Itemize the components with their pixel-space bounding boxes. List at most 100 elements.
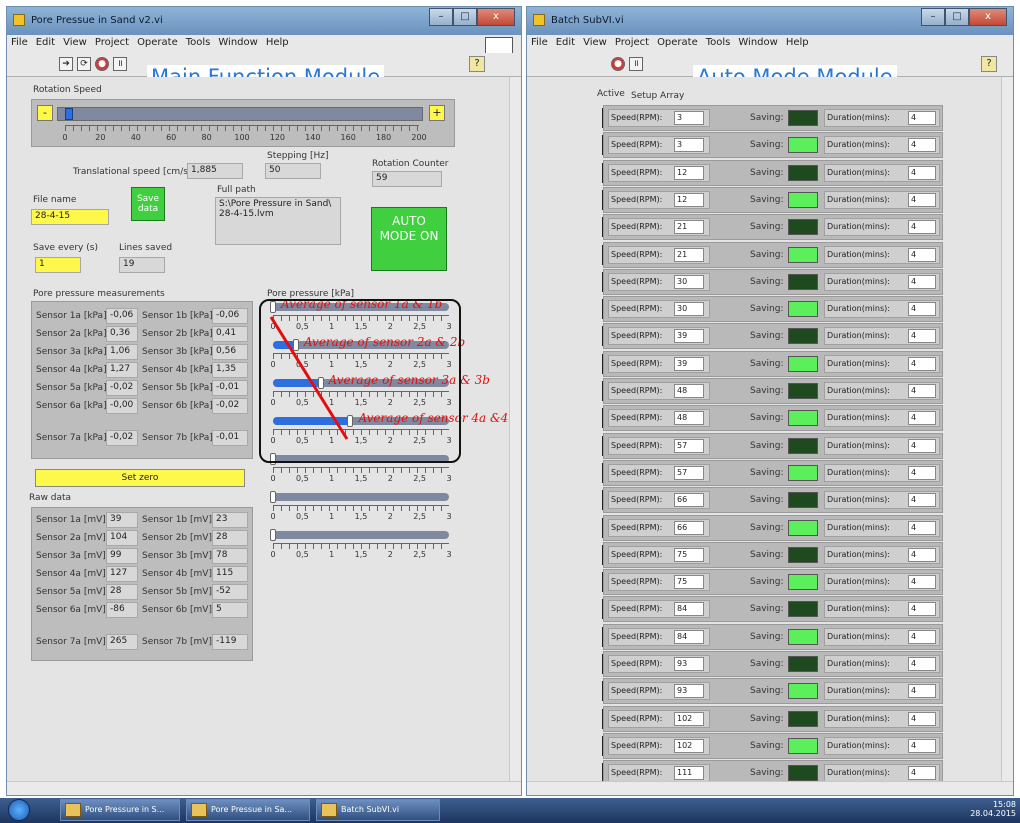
speed-input[interactable]: 66 [674, 493, 704, 508]
rotation-speed-thumb[interactable] [65, 108, 74, 120]
saving-toggle[interactable] [788, 492, 818, 509]
duration-input[interactable]: 4 [908, 711, 936, 726]
menu-edit[interactable]: Edit [552, 35, 579, 50]
taskbar-item-batch-vi[interactable]: Batch SubVI.vi [316, 799, 440, 821]
rotation-minus-button[interactable]: - [37, 105, 53, 121]
speed-input[interactable]: 48 [674, 384, 704, 398]
speed-input[interactable]: 102 [674, 738, 704, 753]
auto-mode-button[interactable]: AUTO MODE ON [371, 207, 447, 271]
saving-toggle[interactable] [788, 737, 818, 754]
menu-operate[interactable]: Operate [653, 35, 702, 50]
menu-view[interactable]: View [579, 35, 611, 50]
saving-toggle[interactable] [788, 710, 818, 727]
speed-input[interactable]: 21 [674, 247, 704, 262]
saving-toggle[interactable] [788, 546, 818, 563]
speed-input[interactable]: 57 [674, 438, 704, 453]
duration-input[interactable]: 4 [908, 247, 936, 262]
menu-project[interactable]: Project [91, 35, 133, 50]
save-every-input[interactable]: 1 [35, 257, 81, 273]
menu-window[interactable]: Window [214, 35, 261, 50]
menu-operate[interactable]: Operate [133, 35, 182, 50]
saving-toggle[interactable] [788, 110, 818, 126]
speed-input[interactable]: 3 [674, 111, 704, 125]
saving-toggle[interactable] [788, 219, 818, 236]
set-zero-button[interactable]: Set zero [35, 469, 245, 487]
saving-toggle[interactable] [788, 355, 818, 372]
speed-input[interactable]: 75 [674, 547, 704, 562]
speed-input[interactable]: 84 [674, 602, 704, 617]
menu-tools[interactable]: Tools [182, 35, 215, 50]
duration-input[interactable]: 4 [908, 575, 936, 590]
saving-toggle[interactable] [788, 273, 818, 290]
duration-input[interactable]: 4 [908, 165, 936, 180]
duration-input[interactable]: 4 [908, 192, 936, 207]
close-button[interactable]: x [969, 8, 1007, 26]
speed-input[interactable]: 57 [674, 465, 704, 480]
main-vertical-scrollbar[interactable] [509, 77, 521, 781]
maximize-button[interactable]: □ [453, 8, 477, 26]
duration-input[interactable]: 4 [908, 384, 936, 398]
run-continuous-icon[interactable]: ⟳ [77, 57, 91, 71]
duration-input[interactable]: 4 [908, 465, 936, 480]
duration-input[interactable]: 4 [908, 493, 936, 508]
menu-tools[interactable]: Tools [702, 35, 735, 50]
speed-input[interactable]: 111 [674, 766, 704, 781]
saving-toggle[interactable] [788, 683, 818, 700]
saving-toggle[interactable] [788, 328, 818, 345]
help-icon[interactable]: ? [469, 56, 485, 72]
duration-input[interactable]: 4 [908, 111, 936, 125]
duration-input[interactable]: 4 [908, 438, 936, 453]
menu-help[interactable]: Help [262, 35, 293, 50]
abort-icon[interactable]: ● [611, 57, 625, 71]
saving-toggle[interactable] [788, 464, 818, 481]
speed-input[interactable]: 66 [674, 520, 704, 535]
duration-input[interactable]: 4 [908, 547, 936, 562]
maximize-button[interactable]: □ [945, 8, 969, 26]
abort-icon[interactable]: ● [95, 57, 109, 71]
menu-help[interactable]: Help [782, 35, 813, 50]
saving-toggle[interactable] [788, 137, 818, 154]
duration-input[interactable]: 4 [908, 629, 936, 644]
duration-input[interactable]: 4 [908, 520, 936, 535]
saving-toggle[interactable] [788, 246, 818, 263]
speed-input[interactable]: 30 [674, 302, 704, 317]
main-titlebar[interactable]: Pore Pressue in Sand v2.vi – □ x [7, 7, 521, 35]
speed-input[interactable]: 12 [674, 165, 704, 180]
saving-toggle[interactable] [788, 601, 818, 618]
speed-input[interactable]: 39 [674, 356, 704, 371]
menu-window[interactable]: Window [734, 35, 781, 50]
saving-toggle[interactable] [788, 765, 818, 782]
duration-input[interactable]: 4 [908, 657, 936, 671]
speed-input[interactable]: 30 [674, 274, 704, 289]
duration-input[interactable]: 4 [908, 302, 936, 317]
saving-toggle[interactable] [788, 628, 818, 645]
menu-file[interactable]: File [7, 35, 32, 50]
menu-file[interactable]: File [527, 35, 552, 50]
duration-input[interactable]: 4 [908, 329, 936, 344]
speed-input[interactable]: 21 [674, 220, 704, 235]
minimize-button[interactable]: – [921, 8, 945, 26]
saving-toggle[interactable] [788, 191, 818, 208]
main-horizontal-scrollbar[interactable] [7, 781, 521, 795]
save-data-button[interactable]: Save data [131, 187, 165, 221]
batch-vertical-scrollbar[interactable] [1001, 77, 1013, 781]
saving-toggle[interactable] [788, 164, 818, 181]
taskbar-item-explorer[interactable]: Pore Pressure in S... [60, 799, 180, 821]
speed-input[interactable]: 93 [674, 657, 704, 671]
duration-input[interactable]: 4 [908, 602, 936, 617]
speed-input[interactable]: 39 [674, 329, 704, 344]
start-button[interactable] [8, 799, 30, 821]
run-arrow-icon[interactable]: ➔ [59, 57, 73, 71]
file-name-input[interactable]: 28-4-15 [31, 209, 109, 225]
saving-toggle[interactable] [788, 383, 818, 399]
pause-icon[interactable]: ॥ [113, 57, 127, 71]
saving-toggle[interactable] [788, 656, 818, 672]
pause-icon[interactable]: ॥ [629, 57, 643, 71]
saving-toggle[interactable] [788, 410, 818, 427]
duration-input[interactable]: 4 [908, 738, 936, 753]
menu-view[interactable]: View [59, 35, 91, 50]
saving-toggle[interactable] [788, 301, 818, 318]
help-icon[interactable]: ? [981, 56, 997, 72]
speed-input[interactable]: 48 [674, 411, 704, 426]
rotation-speed-slider[interactable] [57, 107, 423, 121]
